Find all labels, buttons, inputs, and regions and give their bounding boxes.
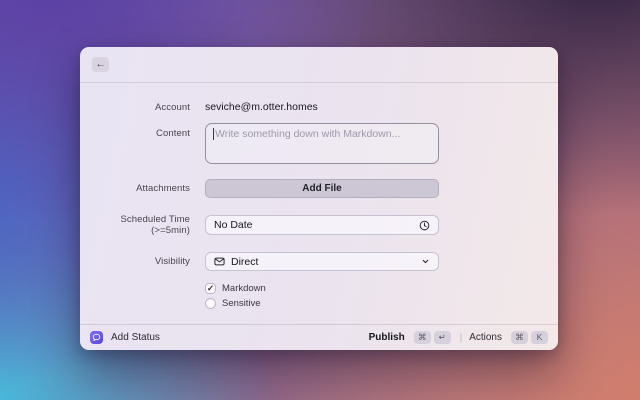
content-input[interactable]	[205, 123, 439, 164]
titlebar: ←	[80, 47, 558, 83]
visibility-value: Direct	[231, 255, 259, 268]
scheduled-time-label: Scheduled Time (>=5min)	[120, 214, 190, 236]
footer-divider: |	[459, 332, 463, 343]
options-group: ✓ Markdown Sensitive	[80, 283, 558, 309]
sensitive-checkbox[interactable]	[205, 298, 216, 309]
back-button[interactable]: ←	[92, 57, 109, 72]
account-row: Account seviche@m.otter.homes	[80, 101, 558, 113]
command-key-icon: ⌘	[511, 331, 528, 344]
command-key-icon: ⌘	[413, 331, 431, 344]
return-key-icon: ↵	[433, 331, 451, 344]
scheduled-time-value: No Date	[214, 219, 253, 231]
markdown-option-row: ✓ Markdown	[205, 283, 558, 294]
app-icon	[90, 331, 103, 344]
content-label: Content	[156, 128, 190, 139]
sensitive-option-label: Sensitive	[222, 298, 261, 309]
markdown-checkbox[interactable]: ✓	[205, 283, 216, 294]
speech-bubble-icon	[92, 333, 101, 341]
attachments-row: Attachments Add File	[80, 179, 558, 198]
text-caret	[213, 128, 214, 140]
visibility-select[interactable]: Direct	[205, 252, 439, 271]
scheduled-time-row: Scheduled Time (>=5min) No Date	[80, 214, 558, 236]
publish-button[interactable]: Publish	[369, 332, 405, 343]
visibility-row: Visibility Direct	[80, 252, 558, 271]
footer-bar: Add Status Publish ⌘ ↵ | Actions ⌘ K	[80, 324, 558, 350]
envelope-icon	[214, 256, 225, 267]
sensitive-option-row: Sensitive	[205, 298, 558, 309]
clock-icon[interactable]	[419, 220, 430, 231]
markdown-option-label: Markdown	[222, 283, 266, 294]
actions-button[interactable]: Actions	[469, 332, 502, 343]
add-file-button[interactable]: Add File	[205, 179, 439, 198]
add-status-window: ← Account seviche@m.otter.homes Content …	[80, 47, 558, 350]
status-form: Account seviche@m.otter.homes Content At…	[80, 83, 558, 324]
visibility-label: Visibility	[154, 256, 190, 267]
footer-title: Add Status	[111, 332, 160, 343]
scheduled-time-field[interactable]: No Date	[205, 215, 439, 235]
k-key-icon: K	[531, 331, 548, 344]
back-arrow-icon: ←	[95, 58, 106, 70]
check-icon: ✓	[206, 283, 215, 294]
attachments-label: Attachments	[136, 183, 190, 194]
content-row: Content	[80, 123, 558, 164]
chevron-down-icon	[421, 257, 430, 266]
account-value: seviche@m.otter.homes	[205, 101, 318, 113]
account-label: Account	[154, 101, 190, 113]
